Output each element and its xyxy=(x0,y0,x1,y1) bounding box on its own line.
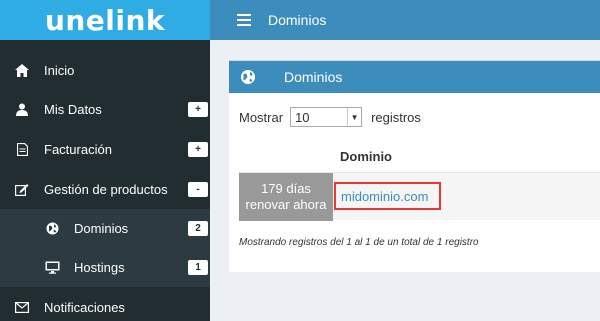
renew-now-link[interactable]: renovar ahora xyxy=(246,197,327,213)
hamburger-icon[interactable] xyxy=(237,14,251,26)
sidebar-item-label: Hostings xyxy=(74,260,125,275)
logo-text: unelink xyxy=(44,3,166,37)
count-badge: 2 xyxy=(188,221,208,236)
monitor-icon xyxy=(44,260,60,276)
envelope-icon xyxy=(14,300,30,316)
document-icon xyxy=(14,142,30,158)
sidebar-item-label: Mis Datos xyxy=(44,102,102,117)
globe-icon xyxy=(241,70,255,84)
length-suffix: registros xyxy=(371,109,421,125)
top-header: Dominios xyxy=(210,0,600,40)
logo[interactable]: unelink xyxy=(0,0,210,40)
page-size-value: 10 xyxy=(295,109,310,125)
domain-link[interactable]: midominio.com xyxy=(334,182,441,210)
sidebar-item-label: Dominios xyxy=(74,221,129,236)
domains-box: Dominios Mostrar 10 ▼ registros Dominio … xyxy=(229,60,600,272)
expiry-cell[interactable]: 179 días renovar ahora xyxy=(239,173,333,221)
table-info: Mostrando registros del 1 al 1 de un tot… xyxy=(239,237,479,248)
box-header: Dominios xyxy=(229,61,600,93)
sidebar-item-notificaciones[interactable]: Notificaciones xyxy=(0,288,210,321)
home-icon xyxy=(14,63,30,79)
sidebar-item-label: Inicio xyxy=(44,63,75,78)
sidebar-item-dominios[interactable]: Dominios 2 xyxy=(0,209,210,248)
sidebar-item-gestion-productos[interactable]: Gestión de productos - xyxy=(0,170,210,209)
chevron-down-icon[interactable]: ▼ xyxy=(347,108,361,126)
sidebar-item-inicio[interactable]: Inicio xyxy=(0,51,210,90)
sidebar: unelink Inicio Mis Datos + Facturación +… xyxy=(0,0,210,321)
box-title: Dominios xyxy=(284,69,343,85)
sidebar-item-label: Notificaciones xyxy=(44,300,125,315)
expand-badge[interactable]: + xyxy=(188,102,208,117)
sidebar-item-mis-datos[interactable]: Mis Datos + xyxy=(0,90,210,129)
column-header-dominio[interactable]: Dominio xyxy=(340,149,392,164)
sidebar-item-hostings[interactable]: Hostings 1 xyxy=(0,248,210,287)
sidebar-item-facturacion[interactable]: Facturación + xyxy=(0,130,210,169)
user-icon xyxy=(14,102,30,118)
globe-icon xyxy=(44,221,60,237)
table-row: 179 días renovar ahora midominio.com xyxy=(239,172,600,221)
count-badge: 1 xyxy=(188,260,208,275)
page-size-select[interactable]: 10 ▼ xyxy=(290,107,363,127)
expiry-days: 179 días xyxy=(261,181,311,196)
expand-badge[interactable]: + xyxy=(188,142,208,157)
sidebar-item-label: Gestión de productos xyxy=(44,182,168,197)
collapse-badge[interactable]: - xyxy=(188,182,208,197)
sidebar-item-label: Facturación xyxy=(44,142,112,157)
length-control: Mostrar 10 ▼ registros xyxy=(239,107,421,127)
length-prefix: Mostrar xyxy=(239,109,284,125)
edit-icon xyxy=(14,182,30,198)
header-title: Dominios xyxy=(268,12,327,28)
